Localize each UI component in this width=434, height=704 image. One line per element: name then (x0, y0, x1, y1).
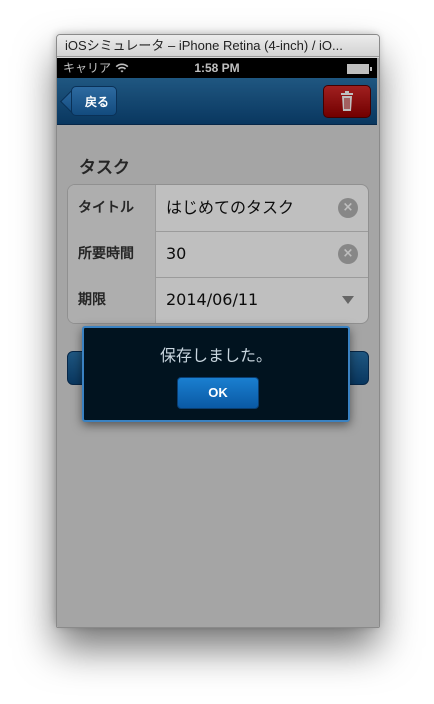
ok-button[interactable]: OK (177, 377, 259, 409)
back-button-wrap: 戻る (57, 78, 137, 124)
simulator-window: iOSシミュレータ – iPhone Retina (4-inch) / iO.… (56, 34, 380, 628)
alert-dialog: 保存しました。 OK (82, 326, 350, 422)
back-button[interactable]: 戻る (71, 86, 117, 116)
alert-message: 保存しました。 (159, 346, 272, 365)
window-title: iOSシミュレータ – iPhone Retina (4-inch) / iO.… (57, 35, 379, 57)
device-screen: キャリア 1:58 PM 戻る タスク タイトル はじめてのタスク × 所要時間… (57, 58, 379, 627)
